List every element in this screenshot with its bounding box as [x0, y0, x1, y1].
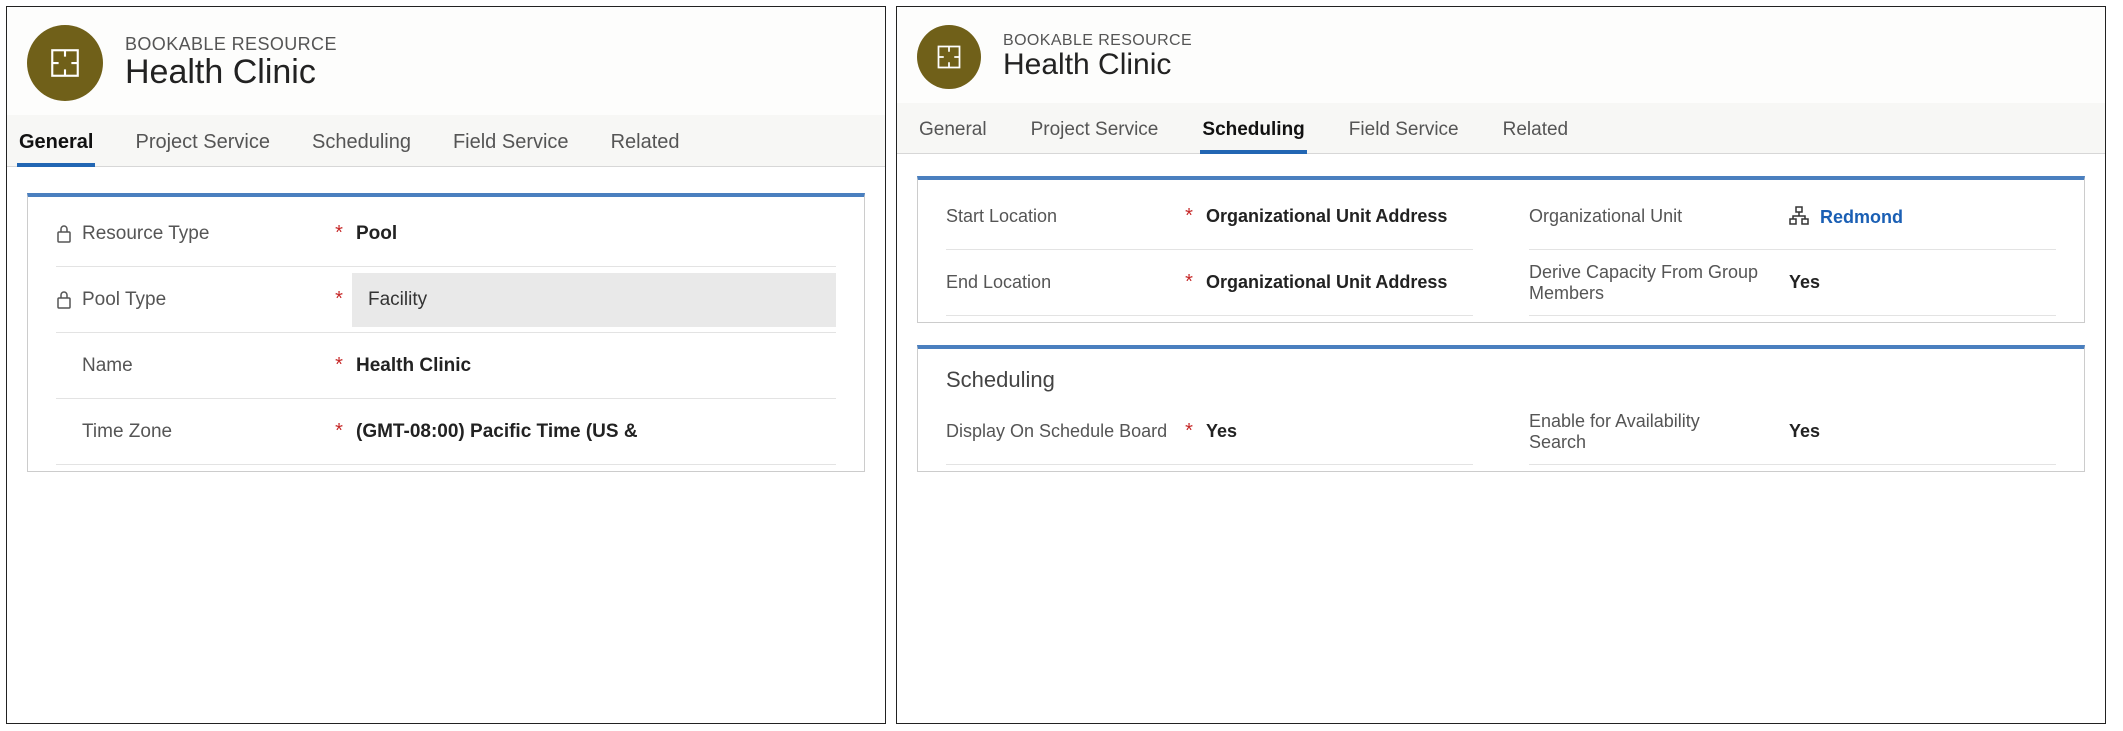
entity-avatar — [917, 25, 981, 89]
field-pool-type: Pool Type * Facility — [56, 267, 836, 333]
field-organizational-unit: Organizational Unit * Redmond — [1529, 184, 2056, 250]
scheduling-card: Scheduling Display On Schedule Board * Y… — [917, 345, 2085, 472]
field-value[interactable]: Organizational Unit Address — [1202, 266, 1473, 299]
field-value[interactable]: Yes — [1785, 415, 2056, 448]
field-derive-capacity: Derive Capacity From Group Members * Yes — [1529, 250, 2056, 316]
location-card: Start Location * Organizational Unit Add… — [917, 176, 2085, 323]
label-text: Organizational Unit — [1529, 206, 1682, 227]
puzzle-icon — [935, 43, 963, 71]
org-unit-link[interactable]: Redmond — [1820, 207, 1903, 227]
field-value[interactable]: Redmond — [1785, 200, 2056, 234]
field-resource-type: Resource Type * Pool — [56, 201, 836, 267]
required-marker: * — [332, 222, 346, 245]
tabs-left: General Project Service Scheduling Field… — [7, 115, 885, 167]
field-value[interactable]: Pool — [352, 217, 836, 251]
tab-scheduling[interactable]: Scheduling — [1200, 113, 1306, 153]
general-card: Resource Type * Pool Pool Type * Facilit… — [27, 193, 865, 472]
field-time-zone: Time Zone * (GMT-08:00) Pacific Time (US… — [56, 399, 836, 465]
label-text: End Location — [946, 272, 1051, 293]
puzzle-icon — [48, 46, 82, 80]
field-label: Organizational Unit — [1529, 206, 1759, 227]
entity-title: Health Clinic — [1003, 48, 1192, 82]
label-text: Derive Capacity From Group Members — [1529, 262, 1759, 304]
label-text: Display On Schedule Board — [946, 421, 1167, 442]
tab-scheduling[interactable]: Scheduling — [310, 125, 413, 166]
field-label: Enable for Availability Search — [1529, 411, 1759, 453]
lock-icon — [56, 224, 72, 244]
required-marker: * — [1182, 420, 1196, 443]
tab-project-service[interactable]: Project Service — [1029, 113, 1161, 153]
field-value[interactable]: Organizational Unit Address — [1202, 200, 1473, 233]
field-value[interactable]: (GMT-08:00) Pacific Time (US & — [352, 415, 836, 449]
field-display-on-schedule-board: Display On Schedule Board * Yes — [946, 399, 1473, 465]
field-label: Derive Capacity From Group Members — [1529, 262, 1759, 304]
section-title: Scheduling — [918, 353, 2084, 399]
required-marker: * — [1182, 271, 1196, 294]
label-text: Start Location — [946, 206, 1057, 227]
field-label: Name — [56, 355, 326, 377]
field-label: End Location — [946, 272, 1176, 293]
tab-related[interactable]: Related — [1501, 113, 1571, 153]
record-header: BOOKABLE RESOURCE Health Clinic — [897, 7, 2105, 103]
entity-avatar — [27, 25, 103, 101]
required-marker: * — [1182, 205, 1196, 228]
field-value[interactable]: Health Clinic — [352, 349, 836, 383]
field-label: Pool Type — [56, 289, 326, 311]
tab-related[interactable]: Related — [609, 125, 682, 166]
required-marker: * — [332, 420, 346, 443]
panel-general: BOOKABLE RESOURCE Health Clinic General … — [6, 6, 886, 724]
tab-general[interactable]: General — [17, 125, 95, 166]
org-chart-icon — [1789, 206, 1809, 226]
tab-project-service[interactable]: Project Service — [133, 125, 272, 166]
field-value[interactable]: Yes — [1785, 266, 2056, 299]
label-text: Enable for Availability Search — [1529, 411, 1759, 453]
field-enable-availability-search: Enable for Availability Search * Yes — [1529, 399, 2056, 465]
field-value[interactable]: Facility — [352, 273, 836, 327]
field-name: Name * Health Clinic — [56, 333, 836, 399]
label-text: Pool Type — [82, 289, 166, 311]
field-start-location: Start Location * Organizational Unit Add… — [946, 184, 1473, 250]
field-end-location: End Location * Organizational Unit Addre… — [946, 250, 1473, 316]
entity-label: BOOKABLE RESOURCE — [125, 34, 337, 55]
required-marker: * — [332, 354, 346, 377]
record-header: BOOKABLE RESOURCE Health Clinic — [7, 7, 885, 115]
header-text: BOOKABLE RESOURCE Health Clinic — [1003, 32, 1192, 82]
lock-icon — [56, 290, 72, 310]
tab-field-service[interactable]: Field Service — [1347, 113, 1461, 153]
required-marker: * — [332, 288, 346, 311]
header-text: BOOKABLE RESOURCE Health Clinic — [125, 34, 337, 92]
tab-general[interactable]: General — [917, 113, 989, 153]
field-label: Start Location — [946, 206, 1176, 227]
field-label: Time Zone — [56, 421, 326, 443]
field-label: Display On Schedule Board — [946, 421, 1176, 442]
label-text: Name — [82, 355, 133, 377]
field-value[interactable]: Yes — [1202, 415, 1473, 448]
tab-field-service[interactable]: Field Service — [451, 125, 571, 166]
panel-scheduling: BOOKABLE RESOURCE Health Clinic General … — [896, 6, 2106, 724]
entity-title: Health Clinic — [125, 53, 337, 92]
label-text: Time Zone — [82, 421, 172, 443]
field-label: Resource Type — [56, 223, 326, 245]
label-text: Resource Type — [82, 223, 209, 245]
tabs-right: General Project Service Scheduling Field… — [897, 103, 2105, 154]
